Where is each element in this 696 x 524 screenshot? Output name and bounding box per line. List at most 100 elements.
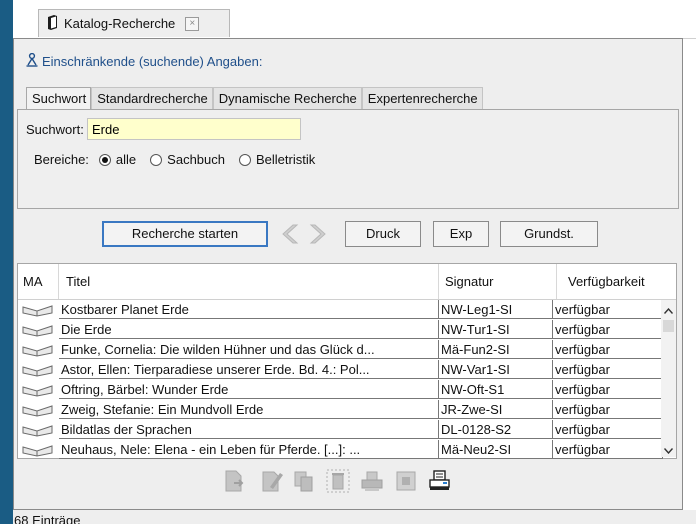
panel-header-text: Einschränkende (suchende) Angaben: [42, 54, 263, 69]
ma-cell [18, 420, 59, 439]
open-book-icon [22, 423, 54, 439]
search-panel: Einschränkende (suchende) Angaben: Suchw… [13, 38, 683, 510]
tab-expertenrecherche[interactable]: Expertenrecherche [361, 87, 483, 110]
table-body: Kostbarer Planet Erde NW-Leg1-SI verfügb… [18, 300, 663, 460]
titel-cell: Funke, Cornelia: Die wilden Hühner und d… [59, 340, 439, 359]
edit-doc-icon[interactable] [260, 469, 284, 493]
radio-sachbuch-label: Sachbuch [167, 152, 225, 167]
table-row[interactable]: Kostbarer Planet Erde NW-Leg1-SI verfügb… [18, 300, 663, 320]
print-icon[interactable] [360, 469, 384, 493]
doc-tab-katalog-recherche[interactable]: Katalog-Recherche × [38, 9, 230, 37]
tab-dynamische-recherche[interactable]: Dynamische Recherche [212, 87, 362, 110]
table-row[interactable]: Funke, Cornelia: Die wilden Hühner und d… [18, 340, 663, 360]
titel-cell: Bildatlas der Sprachen [59, 420, 439, 439]
status-cell: verfügbar [553, 420, 663, 439]
signatur-cell: NW-Var1-SI [439, 360, 553, 379]
table-row[interactable]: Bildatlas der Sprachen DL-0128-S2 verfüg… [18, 420, 663, 440]
signatur-cell: Mä-Fun2-SI [439, 340, 553, 359]
vertical-scrollbar[interactable] [661, 300, 676, 457]
signatur-cell: NW-Oft-S1 [439, 380, 553, 399]
status-cell: verfügbar [553, 380, 663, 399]
suchwort-label: Suchwort: [26, 122, 84, 137]
table-row[interactable]: Astor, Ellen: Tierparadiese unserer Erde… [18, 360, 663, 380]
frame-icon[interactable] [394, 469, 418, 493]
column-divider [556, 264, 557, 299]
radio-belletristik[interactable]: Belletristik [239, 152, 315, 167]
person-filter-icon [26, 52, 38, 70]
open-book-icon [22, 403, 54, 419]
next-arrow-icon[interactable] [308, 223, 330, 245]
ma-cell [18, 400, 59, 419]
grundst-button[interactable]: Grundst. [500, 221, 598, 247]
radio-belletristik-label: Belletristik [256, 152, 316, 167]
radio-sachbuch[interactable]: Sachbuch [150, 152, 225, 167]
doc-tab-label: Katalog-Recherche [64, 16, 176, 31]
table-row[interactable]: Zweig, Stefanie: Ein Mundvoll Erde JR-Zw… [18, 400, 663, 420]
results-table: MA Titel Signatur Verfügbarkeit Kostbare… [17, 263, 677, 459]
column-header-verfuegbarkeit[interactable]: Verfügbarkeit [568, 274, 645, 289]
document-tab-strip: Katalog-Recherche × [13, 0, 696, 39]
suchwort-input[interactable] [87, 118, 301, 140]
open-book-icon [22, 303, 54, 319]
scroll-thumb[interactable] [663, 320, 674, 332]
status-cell: verfügbar [553, 440, 663, 459]
status-cell: verfügbar [553, 300, 663, 319]
titel-cell: Die Erde [59, 320, 439, 339]
ma-cell [18, 360, 59, 379]
radio-alle-label: alle [115, 152, 137, 167]
previous-arrow-icon[interactable] [278, 223, 300, 245]
scroll-down-icon[interactable] [663, 446, 674, 457]
copy-doc-icon[interactable] [292, 469, 316, 493]
signatur-cell: NW-Tur1-SI [439, 320, 553, 339]
print-preview-icon[interactable] [428, 469, 452, 493]
titel-cell: Oftring, Bärbel: Wunder Erde [59, 380, 439, 399]
status-cell: verfügbar [553, 400, 663, 419]
ma-cell [18, 380, 59, 399]
column-divider [438, 264, 439, 299]
close-tab-icon[interactable]: × [185, 16, 200, 31]
scroll-up-icon[interactable] [663, 306, 674, 317]
open-book-icon [22, 343, 54, 359]
open-book-icon [22, 323, 54, 339]
status-cell: verfügbar [553, 340, 663, 359]
status-cell: verfügbar [553, 320, 663, 339]
tab-standardrecherche[interactable]: Standardrecherche [91, 87, 213, 110]
ma-cell [18, 340, 59, 359]
table-row[interactable]: Oftring, Bärbel: Wunder Erde NW-Oft-S1 v… [18, 380, 663, 400]
recherche-starten-button[interactable]: Recherche starten [102, 221, 268, 247]
search-mode-tabs: Suchwort Standardrecherche Dynamische Re… [26, 87, 483, 110]
export-button[interactable]: Exp [433, 221, 489, 247]
ma-cell [18, 320, 59, 339]
druck-button[interactable]: Druck [345, 221, 421, 247]
titel-cell: Astor, Ellen: Tierparadiese unserer Erde… [59, 360, 439, 379]
radio-belletristik-circle[interactable] [239, 153, 251, 166]
new-doc-icon[interactable] [222, 469, 246, 493]
action-button-row: Recherche starten Druck Exp Grundst. [14, 221, 682, 251]
titel-cell: Neuhaus, Nele: Elena - ein Leben für Pfe… [59, 440, 439, 459]
suchwort-tab-content: Suchwort: Bereiche: alle Sachbuch Bellet… [17, 109, 679, 209]
column-header-titel[interactable]: Titel [66, 274, 90, 289]
radio-alle[interactable]: alle [98, 152, 137, 167]
table-row[interactable]: Neuhaus, Nele: Elena - ein Leben für Pfe… [18, 440, 663, 460]
column-header-ma[interactable]: MA [23, 274, 43, 289]
signatur-cell: DL-0128-S2 [439, 420, 553, 439]
titel-cell: Zweig, Stefanie: Ein Mundvoll Erde [59, 400, 439, 419]
status-bar: 68 Einträge [13, 510, 696, 524]
open-book-icon [22, 363, 54, 379]
left-edge-bar [0, 0, 13, 524]
column-header-signatur[interactable]: Signatur [445, 274, 493, 289]
tab-suchwort[interactable]: Suchwort [26, 87, 92, 110]
radio-alle-circle[interactable] [98, 153, 111, 166]
signatur-cell: NW-Leg1-SI [439, 300, 553, 319]
signatur-cell: JR-Zwe-SI [439, 400, 553, 419]
radio-sachbuch-circle[interactable] [150, 153, 163, 166]
panel-header: Einschränkende (suchende) Angaben: [26, 52, 263, 70]
delete-icon[interactable] [326, 469, 350, 493]
table-header: MA Titel Signatur Verfügbarkeit [18, 264, 676, 300]
open-book-icon [22, 443, 54, 459]
table-row[interactable]: Die Erde NW-Tur1-SI verfügbar [18, 320, 663, 340]
titel-cell: Kostbarer Planet Erde [59, 300, 439, 319]
bereiche-group: Bereiche: alle Sachbuch Belletristik [34, 152, 315, 167]
signatur-cell: Mä-Neu2-SI [439, 440, 553, 459]
column-divider [58, 264, 59, 299]
